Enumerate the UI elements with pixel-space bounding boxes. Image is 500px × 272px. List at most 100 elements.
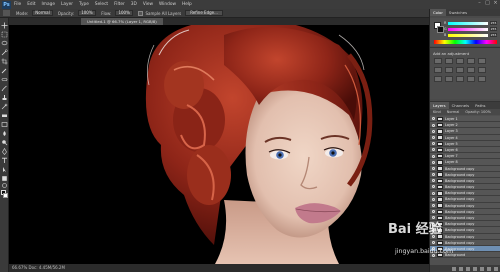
photo-filter-icon[interactable] <box>467 67 475 73</box>
red-slider-value[interactable]: 255 <box>490 21 497 25</box>
new-layer-icon[interactable] <box>487 266 491 271</box>
blue-slider-track[interactable] <box>448 34 488 37</box>
visibility-eye-icon[interactable] <box>432 173 435 177</box>
visibility-eye-icon[interactable] <box>432 185 435 189</box>
flow-field[interactable]: 100% <box>115 10 134 16</box>
gradient-map-icon[interactable] <box>467 76 475 82</box>
opacity-field[interactable]: 100% <box>78 10 97 16</box>
panel-background-swatch[interactable] <box>437 26 444 33</box>
visibility-eye-icon[interactable] <box>432 241 435 245</box>
brightness-icon[interactable] <box>434 58 442 64</box>
hue-saturation-icon[interactable] <box>434 67 442 73</box>
move-tool-icon[interactable] <box>1 22 8 29</box>
minimize-icon[interactable]: – <box>477 1 482 6</box>
history-brush-tool-icon[interactable] <box>1 103 8 110</box>
mode-select[interactable]: Normal <box>32 10 53 16</box>
pen-tool-icon[interactable] <box>1 148 8 155</box>
menu-help[interactable]: Help <box>182 2 192 7</box>
tab-paths[interactable]: Paths <box>472 102 488 109</box>
document-canvas[interactable] <box>9 25 429 264</box>
blur-tool-icon[interactable] <box>1 130 8 137</box>
red-slider-track[interactable] <box>448 22 488 25</box>
visibility-eye-icon[interactable] <box>432 210 435 214</box>
tab-color[interactable]: Color <box>430 9 446 16</box>
channel-mixer-icon[interactable] <box>478 67 486 73</box>
tab-channels[interactable]: Channels <box>449 102 473 109</box>
invert-icon[interactable] <box>434 76 442 82</box>
shape-tool-icon[interactable] <box>1 175 8 182</box>
visibility-eye-icon[interactable] <box>432 179 435 183</box>
layer-opacity-field[interactable]: Opacity: 100% <box>465 110 491 114</box>
trash-icon[interactable] <box>494 266 498 271</box>
document-tab[interactable]: Untitled-1 @ 66.7% (Layer 1, RGB/8) <box>81 18 163 25</box>
clone-stamp-tool-icon[interactable] <box>1 94 8 101</box>
black-white-icon[interactable] <box>456 67 464 73</box>
visibility-eye-icon[interactable] <box>432 166 435 170</box>
tab-swatches[interactable]: Swatches <box>446 9 470 16</box>
refine-edge-button[interactable]: Refine Edge... <box>185 10 223 16</box>
blue-slider[interactable]: B 255 <box>444 33 497 37</box>
path-select-tool-icon[interactable] <box>1 166 8 173</box>
menu-filter[interactable]: Filter <box>114 2 125 7</box>
visibility-eye-icon[interactable] <box>432 204 435 208</box>
gradient-tool-icon[interactable] <box>1 121 8 128</box>
menu-select[interactable]: Select <box>95 2 108 7</box>
menu-file[interactable]: File <box>14 2 21 7</box>
type-tool-icon[interactable] <box>1 157 8 164</box>
eyedropper-tool-icon[interactable] <box>1 67 8 74</box>
quick-select-tool-icon[interactable] <box>1 49 8 56</box>
healing-brush-tool-icon[interactable] <box>1 76 8 83</box>
close-icon[interactable]: × <box>493 1 498 6</box>
adjustment-layer-icon[interactable] <box>473 266 477 271</box>
eraser-tool-icon[interactable] <box>1 112 8 119</box>
crop-tool-icon[interactable] <box>1 58 8 65</box>
curves-icon[interactable] <box>456 58 464 64</box>
layer-kind-filter[interactable]: Kind <box>433 110 441 114</box>
mask-icon[interactable] <box>466 266 470 271</box>
folder-icon[interactable] <box>480 266 484 271</box>
visibility-eye-icon[interactable] <box>432 123 435 127</box>
threshold-icon[interactable] <box>456 76 464 82</box>
posterize-icon[interactable] <box>445 76 453 82</box>
lasso-tool-icon[interactable] <box>1 40 8 47</box>
visibility-eye-icon[interactable] <box>432 148 435 152</box>
background-color-swatch[interactable] <box>3 193 8 198</box>
menu-window[interactable]: Window <box>159 2 176 7</box>
menu-type[interactable]: Type <box>79 2 89 7</box>
fx-icon[interactable] <box>459 266 463 271</box>
hand-tool-icon[interactable] <box>1 182 8 189</box>
visibility-eye-icon[interactable] <box>432 191 435 195</box>
visibility-eye-icon[interactable] <box>432 129 435 133</box>
levels-icon[interactable] <box>445 58 453 64</box>
marquee-tool-icon[interactable] <box>1 31 8 38</box>
exposure-icon[interactable] <box>467 58 475 64</box>
sample-all-checkbox[interactable] <box>138 10 144 16</box>
visibility-eye-icon[interactable] <box>432 117 435 121</box>
link-icon[interactable] <box>452 266 456 271</box>
blue-slider-value[interactable]: 255 <box>490 33 497 37</box>
green-slider[interactable]: G 255 <box>444 27 497 31</box>
green-slider-track[interactable] <box>448 28 488 31</box>
menu-layer[interactable]: Layer <box>61 2 73 7</box>
maximize-icon[interactable]: □ <box>485 1 490 6</box>
menu-3d[interactable]: 3D <box>131 2 137 7</box>
menu-view[interactable]: View <box>143 2 153 7</box>
color-spectrum[interactable] <box>434 40 497 44</box>
vibrance-icon[interactable] <box>478 58 486 64</box>
visibility-eye-icon[interactable] <box>432 135 435 139</box>
dodge-tool-icon[interactable] <box>1 139 8 146</box>
menu-edit[interactable]: Edit <box>27 2 35 7</box>
blend-mode-select[interactable]: Normal <box>447 110 460 114</box>
red-slider[interactable]: R 255 <box>444 21 497 25</box>
tool-preset-icon[interactable] <box>3 10 10 16</box>
visibility-eye-icon[interactable] <box>432 142 435 146</box>
visibility-eye-icon[interactable] <box>432 154 435 158</box>
visibility-eye-icon[interactable] <box>432 160 435 164</box>
color-balance-icon[interactable] <box>445 67 453 73</box>
brush-tool-icon[interactable] <box>1 85 8 92</box>
green-slider-value[interactable]: 255 <box>490 27 497 31</box>
selective-color-icon[interactable] <box>478 76 486 82</box>
tab-layers[interactable]: Layers <box>430 102 449 109</box>
menu-image[interactable]: Image <box>42 2 55 7</box>
visibility-eye-icon[interactable] <box>432 197 435 201</box>
